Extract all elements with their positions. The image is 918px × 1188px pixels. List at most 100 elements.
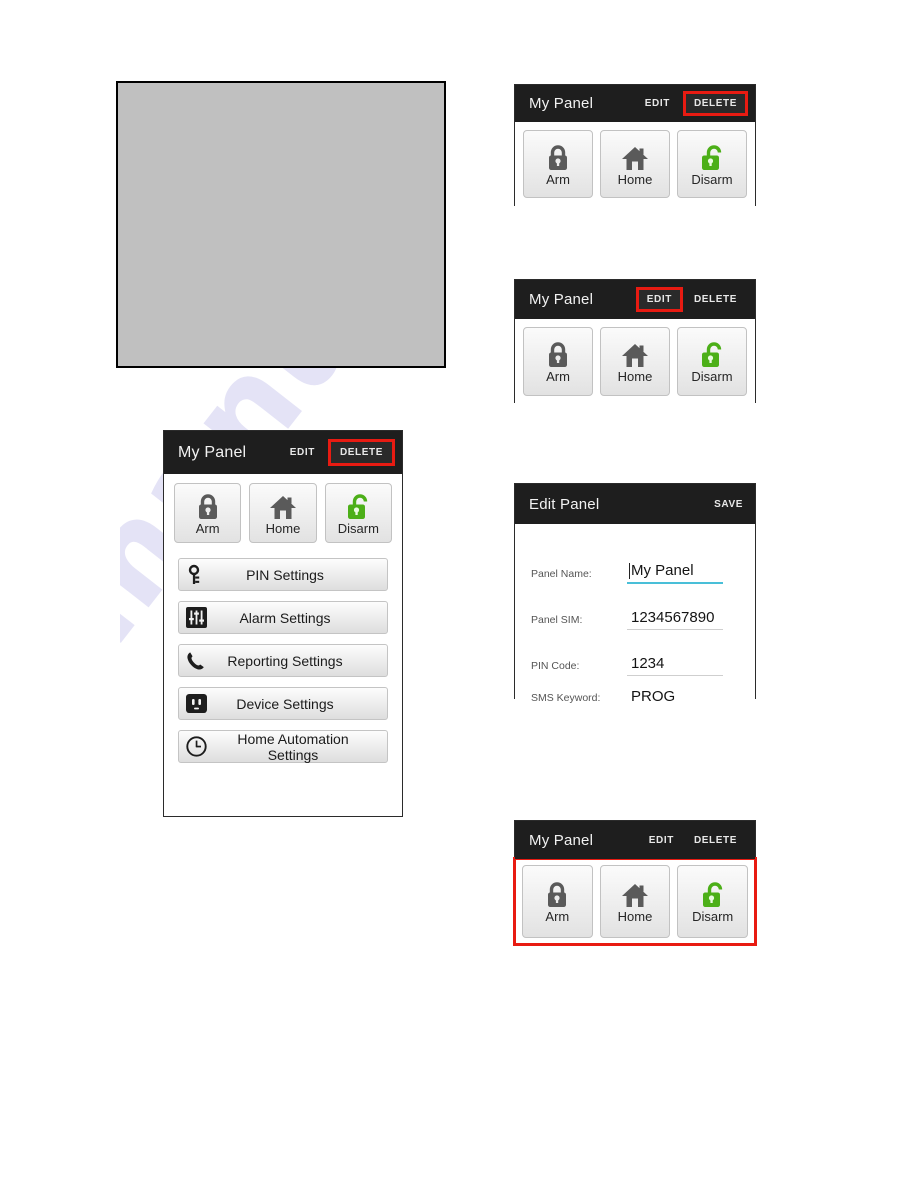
arm-label: Arm [546,369,570,384]
sms-keyword-input[interactable]: PROG [627,688,723,708]
home-label: Home [265,520,301,536]
panel-main-left: My Panel EDIT DELETE Arm Home Disarm PIN… [163,430,403,817]
pin-code-input[interactable]: 1234 [627,655,723,676]
disarm-label: Disarm [692,909,734,924]
edit-button[interactable]: EDIT [641,831,682,850]
titlebar: My Panel EDIT DELETE [164,431,402,474]
settings-item-label: PIN Settings [246,566,324,583]
mode-row: Arm Home Disarm [513,857,757,946]
form-row-panel-name: Panel Name: My Panel [515,538,755,584]
page-canvas: manualshive.com My Panel EDIT DELETE Arm [0,0,918,1188]
key-icon [188,564,200,584]
home-label: Home [617,369,653,384]
mode-row: Arm Home Disarm [164,474,402,552]
home-icon [622,146,648,170]
titlebar: My Panel EDIT DELETE [515,821,755,859]
disarm-button[interactable]: Disarm [677,865,749,938]
panel-name-input[interactable]: My Panel [627,562,723,584]
power-outlet-icon-wrap [179,694,213,713]
panel-edit: Edit Panel SAVE Panel Name: My Panel Pan… [514,483,756,708]
panel-top-right: My Panel EDIT DELETE Arm Home Disarm [514,84,756,206]
delete-button[interactable]: DELETE [682,91,749,116]
panel-title: My Panel [529,831,594,849]
sliders-icon [185,607,207,628]
disarm-button[interactable]: Disarm [324,483,392,543]
settings-item-label: Reporting Settings [227,652,343,669]
clock-icon [185,736,207,757]
lock-closed-icon [548,882,567,907]
panel-title: Edit Panel [529,495,600,513]
lock-closed-icon [549,342,567,367]
save-button[interactable]: SAVE [706,495,745,514]
arm-button[interactable]: Arm [522,865,593,938]
disarm-button[interactable]: Disarm [677,130,747,198]
settings-item-label: Device Settings [236,695,334,712]
home-label: Home [617,909,653,924]
home-button[interactable]: Home [600,327,670,396]
panel-sim-label: Panel SIM: [531,614,583,626]
mode-row: Arm Home Disarm [515,319,755,404]
lock-open-icon [702,144,722,170]
lock-open-icon [702,342,722,367]
panel-mid-right: My Panel EDIT DELETE Arm Home Disarm [514,279,756,404]
panel-title: My Panel [178,443,247,461]
panel-title: My Panel [529,291,594,308]
settings-item-label: Alarm Settings [239,609,331,626]
lock-closed-icon [198,493,217,519]
settings-item-alarm[interactable]: Alarm Settings [178,601,388,634]
home-icon [622,884,648,907]
settings-item-pin[interactable]: PIN Settings [178,558,388,591]
settings-list: PIN Settings Alarm Settings Reporting Se… [164,552,402,763]
disarm-label: Disarm [691,369,733,384]
mode-row: Arm Home Disarm [515,122,755,206]
titlebar: Edit Panel SAVE [515,484,755,524]
settings-item-reporting[interactable]: Reporting Settings [178,644,388,677]
key-icon-wrap [179,564,213,586]
disarm-label: Disarm [691,171,733,187]
arm-button[interactable]: Arm [523,130,593,198]
panel-bottom-right: My Panel EDIT DELETE Arm Home Disarm [513,820,757,946]
phone-icon-wrap [179,650,213,672]
disarm-button[interactable]: Disarm [677,327,747,396]
sms-keyword-label: SMS Keyword: [531,692,601,704]
panel-sim-input[interactable]: 1234567890 [627,609,723,630]
edit-button[interactable]: EDIT [637,94,678,113]
edit-form: Panel Name: My Panel Panel SIM: 12345678… [515,524,755,708]
edit-button[interactable]: EDIT [282,443,323,462]
titlebar: My Panel EDIT DELETE [515,85,755,122]
arm-label: Arm [195,520,220,536]
power-outlet-icon [185,694,207,713]
arm-button[interactable]: Arm [174,483,242,543]
panel-title: My Panel [529,95,594,112]
pin-code-label: PIN Code: [531,660,580,672]
lock-open-icon [348,493,368,519]
form-row-sms-keyword: SMS Keyword: PROG [515,676,755,708]
lock-open-icon [702,882,722,907]
panel-name-label: Panel Name: [531,568,592,580]
phone-icon [187,651,204,670]
clock-icon-wrap [179,736,213,757]
blank-image-placeholder [116,81,446,368]
home-icon [622,344,648,367]
arm-label: Arm [545,909,570,924]
delete-button[interactable]: DELETE [686,831,745,850]
arm-label: Arm [546,171,570,187]
sliders-icon-wrap [179,607,213,628]
settings-item-label: Home Automation Settings [237,730,349,763]
form-row-panel-sim: Panel SIM: 1234567890 [515,584,755,630]
settings-item-home-automation[interactable]: Home Automation Settings [178,730,388,763]
disarm-label: Disarm [337,520,379,536]
edit-button[interactable]: EDIT [635,287,683,312]
arm-button[interactable]: Arm [523,327,593,396]
settings-item-device[interactable]: Device Settings [178,687,388,720]
home-button[interactable]: Home [249,483,317,543]
home-icon [269,495,296,519]
delete-button[interactable]: DELETE [686,290,745,309]
form-row-pin-code: PIN Code: 1234 [515,630,755,676]
home-button[interactable]: Home [599,865,671,938]
delete-button[interactable]: DELETE [327,439,396,466]
home-button[interactable]: Home [600,130,670,198]
titlebar: My Panel EDIT DELETE [515,280,755,319]
home-label: Home [617,171,653,187]
lock-closed-icon [549,144,567,170]
